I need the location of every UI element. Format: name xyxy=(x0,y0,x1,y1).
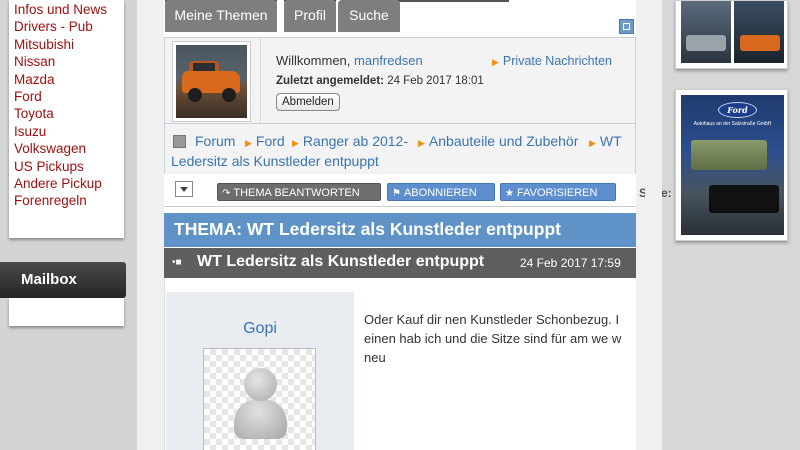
star-icon: ★ xyxy=(505,188,514,199)
chevron-down-icon xyxy=(180,187,188,192)
thread-tools-dropdown[interactable] xyxy=(175,181,193,197)
post-date: 24 Feb 2017 17:59 xyxy=(520,256,621,270)
menu-item-mitsubishi[interactable]: Mitsubishi xyxy=(9,36,124,53)
private-messages-label: Private Nachrichten xyxy=(502,54,612,68)
tab-profil[interactable]: Profil xyxy=(284,0,336,32)
post-author-name[interactable]: Gopi xyxy=(166,320,354,338)
ad-banner-ford[interactable]: Ford Autohaus an der Salzstraße GmbH xyxy=(675,89,788,241)
tab-meine-themen[interactable]: Meine Themen xyxy=(165,0,277,32)
subscribe-button[interactable]: ⚑ ABONNIEREN xyxy=(387,183,495,201)
arrow-right-icon: ▶ xyxy=(492,57,499,67)
breadcrumb-ranger[interactable]: ▶ Ranger ab 2012- xyxy=(292,133,408,149)
menu-item-volkswagen[interactable]: Volkswagen xyxy=(9,140,124,157)
welcome-prefix: Willkommen, xyxy=(276,53,351,68)
menu-item-toyota[interactable]: Toyota xyxy=(9,105,124,122)
last-login-label: Zuletzt angemeldet: xyxy=(276,75,384,87)
last-login: Zuletzt angemeldet: 24 Feb 2017 18:01 xyxy=(276,75,484,87)
ad-photo xyxy=(681,1,731,63)
person-placeholder-icon xyxy=(234,399,287,439)
reply-button[interactable]: ↷ THEMA BEANTWORTEN xyxy=(217,183,381,201)
username-link[interactable]: manfredsen xyxy=(354,53,423,68)
ad-banner-top[interactable] xyxy=(675,0,788,69)
last-login-value: 24 Feb 2017 18:01 xyxy=(387,75,484,87)
mailbox-heading: Mailbox xyxy=(0,262,126,298)
menu-item-us-pickups[interactable]: US Pickups xyxy=(9,158,124,175)
breadcrumb-forum[interactable]: Forum xyxy=(195,133,235,149)
user-panel: Willkommen, manfredsen ▶ Private Nachrich… xyxy=(164,37,636,124)
welcome-text: Willkommen, manfredsen xyxy=(276,53,423,68)
flag-icon: ⚑ xyxy=(392,188,401,199)
ad-photo: Ford Autohaus an der Salzstraße GmbH xyxy=(681,95,784,235)
post-author-column: Gopi xyxy=(166,292,354,450)
breadcrumb: Forum ▶ Ford ▶ Ranger ab 2012- ▶ Anbauteile… xyxy=(164,124,636,174)
menu-item-infos[interactable]: Infos und News xyxy=(9,1,124,18)
post-bullet-icon: •■ xyxy=(172,257,182,268)
divider xyxy=(164,206,636,207)
breadcrumb-thread-part2[interactable]: Ledersitz als Kunstleder entpuppt xyxy=(171,153,379,169)
tab-suche[interactable]: Suche xyxy=(338,0,400,32)
menu-item-drivers-pub[interactable]: Drivers - Pub xyxy=(9,18,124,35)
post-title[interactable]: WT Ledersitz als Kunstleder entpuppt xyxy=(197,253,484,271)
menu-item-andere-pickup[interactable]: Andere Pickup xyxy=(9,175,124,192)
forum-menu: Infos und News Drivers - Pub Mitsubishi … xyxy=(9,0,124,238)
panel-divider xyxy=(260,38,261,123)
thread-action-bar: ↷ THEMA BEANTWORTEN ⚑ ABONNIEREN ★ FAVORISI… xyxy=(164,178,636,206)
post-body: Gopi Oder Kauf dir nen Kunstleder Schonb… xyxy=(164,278,636,450)
breadcrumb-anbauteile[interactable]: ▶ Anbauteile und Zubehör xyxy=(418,133,578,149)
menu-item-isuzu[interactable]: Isuzu xyxy=(9,123,124,140)
arrow-right-icon: ▶ xyxy=(292,138,299,148)
mailbox-panel xyxy=(9,298,124,326)
post-text-line: einen hab ich und die Sitze sind für am … xyxy=(364,331,622,346)
menu-item-mazda[interactable]: Mazda xyxy=(9,71,124,88)
arrow-right-icon: ▶ xyxy=(589,138,596,148)
user-avatar[interactable] xyxy=(172,41,251,122)
menu-item-forenregeln[interactable]: Forenregeln xyxy=(9,192,124,209)
reply-arrow-icon: ↷ xyxy=(222,188,231,199)
post-header: •■ WT Ledersitz als Kunstleder entpuppt … xyxy=(164,248,636,278)
ad-tagline: Autohaus an der Salzstraße GmbH xyxy=(693,121,772,127)
user-avatar-photo xyxy=(176,45,247,118)
author-avatar-placeholder xyxy=(203,348,316,450)
menu-item-nissan[interactable]: Nissan xyxy=(9,53,124,70)
post-text: Oder Kauf dir nen Kunstleder Schonbezug.… xyxy=(364,310,634,367)
favorite-button[interactable]: ★ FAVORISIEREN xyxy=(500,183,616,201)
private-messages-link[interactable]: ▶ Private Nachrichten xyxy=(492,54,612,68)
ford-logo: Ford xyxy=(718,102,757,118)
breadcrumb-ford[interactable]: ▶ Ford xyxy=(245,133,285,149)
thread-title: THEMA: WT Ledersitz als Kunstleder entpu… xyxy=(164,213,636,247)
post-text-line: neu xyxy=(364,350,386,365)
panel-toggle-icon[interactable] xyxy=(619,19,634,34)
breadcrumb-home-icon xyxy=(173,135,186,148)
menu-item-ford[interactable]: Ford xyxy=(9,88,124,105)
arrow-right-icon: ▶ xyxy=(418,138,425,148)
arrow-right-icon: ▶ xyxy=(245,138,252,148)
ad-photo xyxy=(734,1,784,63)
breadcrumb-thread-part1[interactable]: ▶ WT xyxy=(589,133,622,149)
post-text-line: Oder Kauf dir nen Kunstleder Schonbezug.… xyxy=(364,312,620,327)
person-head-icon xyxy=(244,368,277,401)
logout-button[interactable]: Abmelden xyxy=(276,93,340,111)
right-gutter xyxy=(645,0,662,450)
